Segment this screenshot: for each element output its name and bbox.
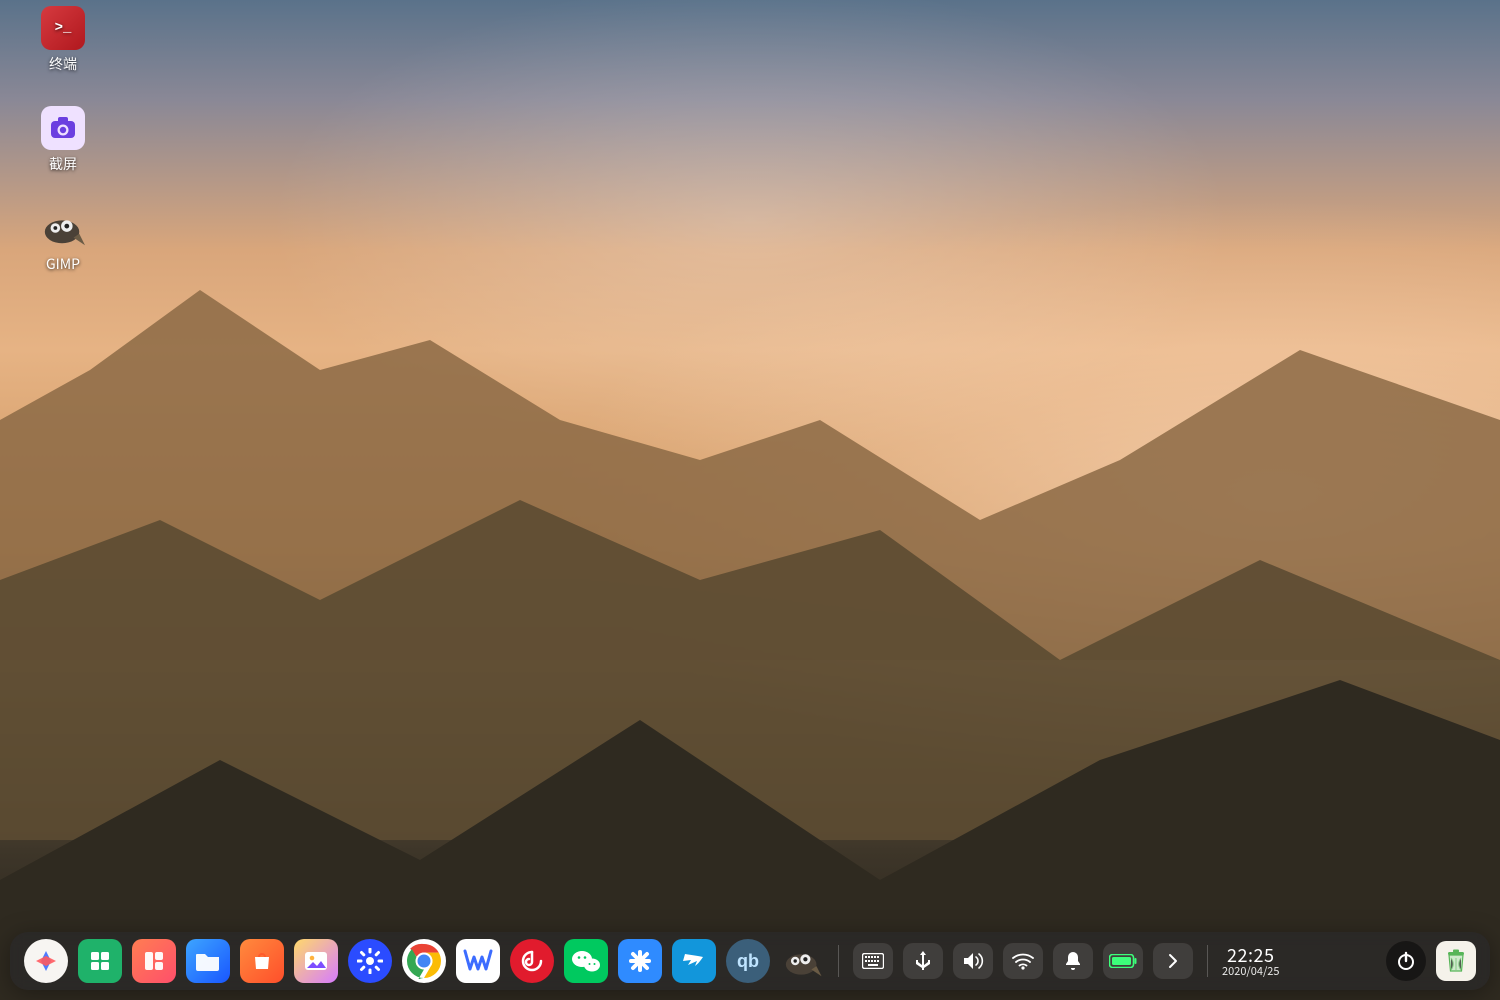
dock-chrome[interactable] xyxy=(402,939,446,983)
chevron-right-icon xyxy=(1167,953,1179,969)
desktop-icon-gimp[interactable]: GIMP xyxy=(24,206,102,273)
desktop-icon-label: GIMP xyxy=(24,256,102,273)
chrome-icon xyxy=(406,943,442,979)
qbittorrent-icon: qb xyxy=(737,951,759,972)
clock-date: 2020/04/25 xyxy=(1222,966,1279,977)
multitasking-icon xyxy=(88,949,112,973)
terminal-icon: >_ xyxy=(55,20,72,37)
wechat-icon xyxy=(571,948,601,974)
dock-appstore[interactable] xyxy=(132,939,176,983)
dock-dingtalk[interactable] xyxy=(672,939,716,983)
tray-battery[interactable] xyxy=(1103,943,1143,979)
clock-time: 22:25 xyxy=(1227,946,1274,964)
dock-launcher[interactable] xyxy=(24,939,68,983)
usb-icon xyxy=(914,950,932,972)
tray-usb[interactable] xyxy=(903,943,943,979)
trash-icon xyxy=(1445,949,1467,973)
grid-icon xyxy=(142,949,166,973)
tray-expand[interactable] xyxy=(1153,943,1193,979)
dock-gimp[interactable] xyxy=(780,939,824,983)
tray-keyboard[interactable] xyxy=(853,943,893,979)
wifi-icon xyxy=(1012,952,1034,970)
wps-icon xyxy=(463,949,493,973)
dock-wps[interactable] xyxy=(456,939,500,983)
volume-icon xyxy=(962,952,984,970)
asterisk-icon xyxy=(628,949,652,973)
tray-wifi[interactable] xyxy=(1003,943,1043,979)
music-icon xyxy=(520,949,544,973)
desktop-icon-label: 截屏 xyxy=(24,156,102,173)
gear-icon xyxy=(357,948,383,974)
dock-store[interactable] xyxy=(240,939,284,983)
tray-notifications[interactable] xyxy=(1053,943,1093,979)
battery-icon xyxy=(1109,954,1137,968)
dock-files[interactable] xyxy=(186,939,230,983)
dock-multitasking[interactable] xyxy=(78,939,122,983)
tray-volume[interactable] xyxy=(953,943,993,979)
dock-power[interactable] xyxy=(1386,941,1426,981)
power-icon xyxy=(1396,951,1416,971)
gimp-icon xyxy=(41,208,85,248)
bag-icon xyxy=(250,949,274,973)
dingtalk-icon xyxy=(681,948,707,974)
dock: qb xyxy=(10,932,1490,990)
tray-clock[interactable]: 22:25 2020/04/25 xyxy=(1222,946,1279,977)
desktop[interactable]: >_ 终端 截屏 GIMP xyxy=(0,0,1500,1000)
launcher-icon xyxy=(34,949,58,973)
dock-trash[interactable] xyxy=(1436,941,1476,981)
dock-separator xyxy=(1207,945,1208,977)
bell-icon xyxy=(1064,951,1082,971)
desktop-icon-screenshot[interactable]: 截屏 xyxy=(24,106,102,173)
gimp-icon xyxy=(782,944,822,978)
keyboard-icon xyxy=(862,953,884,969)
dock-tim[interactable] xyxy=(618,939,662,983)
dock-separator xyxy=(838,945,839,977)
desktop-icon-label: 终端 xyxy=(24,56,102,73)
dock-images[interactable] xyxy=(294,939,338,983)
image-icon xyxy=(304,951,328,971)
dock-settings[interactable] xyxy=(348,939,392,983)
dock-qbittorrent[interactable]: qb xyxy=(726,939,770,983)
dock-music[interactable] xyxy=(510,939,554,983)
dock-wechat[interactable] xyxy=(564,939,608,983)
folder-icon xyxy=(195,950,221,972)
desktop-icon-terminal[interactable]: >_ 终端 xyxy=(24,6,102,73)
camera-icon xyxy=(50,117,76,139)
